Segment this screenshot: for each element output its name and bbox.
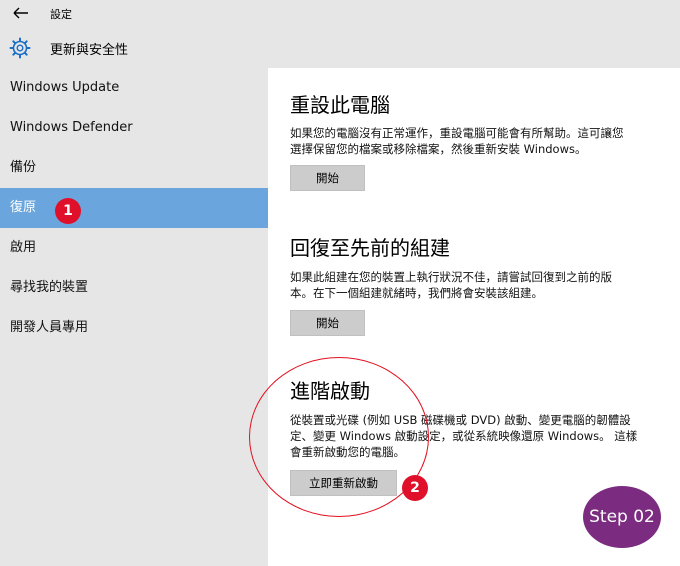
- step-marker-1: 1: [55, 198, 81, 224]
- title-bar: 設定: [0, 0, 680, 28]
- step-marker-2: 2: [402, 475, 428, 501]
- sidebar-item-activation[interactable]: 啟用: [0, 228, 268, 268]
- reset-start-button[interactable]: 開始: [290, 165, 365, 191]
- sidebar-item-backup[interactable]: 備份: [0, 148, 268, 188]
- sidebar: Windows Update Windows Defender 備份 復原 啟用…: [0, 68, 268, 566]
- page-title: 更新與安全性: [50, 43, 129, 58]
- section-title-reset-pc: 重設此電腦: [290, 93, 390, 117]
- go-back-start-button[interactable]: 開始: [290, 310, 365, 336]
- sidebar-item-windows-update[interactable]: Windows Update: [0, 68, 268, 108]
- section-desc-go-back: 如果此組建在您的裝置上執行狀況不佳，請嘗試回復到之前的版 本。在下一個組建就緒時，…: [290, 270, 612, 300]
- window-title: 設定: [50, 8, 72, 21]
- back-arrow-icon[interactable]: [8, 2, 34, 24]
- sidebar-item-recovery[interactable]: 復原: [0, 188, 268, 228]
- sidebar-item-find-my-device[interactable]: 尋找我的裝置: [0, 268, 268, 308]
- section-desc-reset-pc: 如果您的電腦沒有正常運作，重設電腦可能會有所幫助。這可讓您 選擇保留您的檔案或移除…: [290, 126, 624, 156]
- sidebar-item-windows-defender[interactable]: Windows Defender: [0, 108, 268, 148]
- step-badge: Step 02: [583, 486, 661, 548]
- section-title-go-back: 回復至先前的組建: [290, 236, 450, 260]
- sidebar-item-for-developers[interactable]: 開發人員專用: [0, 308, 268, 348]
- page-header: 更新與安全性: [0, 28, 680, 68]
- gear-icon: [8, 36, 32, 60]
